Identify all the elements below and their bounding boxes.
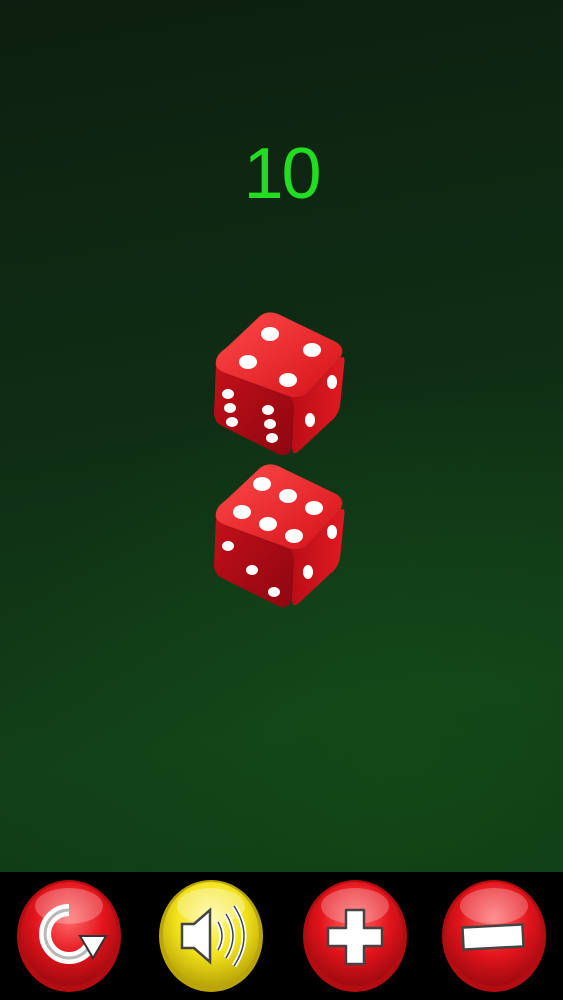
add-die-button[interactable] (302, 878, 408, 994)
die-2[interactable] (208, 460, 348, 610)
roll-button[interactable] (16, 878, 122, 994)
die-2-graphic (214, 464, 345, 607)
minus-icon (442, 880, 546, 992)
speaker-icon (159, 880, 263, 992)
die-1-graphic (214, 312, 345, 455)
plus-icon (303, 880, 407, 992)
sound-button[interactable] (158, 878, 264, 994)
refresh-icon (17, 880, 121, 992)
dice-table: 10 (0, 0, 563, 872)
remove-die-button[interactable] (441, 878, 547, 994)
dice-total: 10 (243, 134, 321, 214)
bottom-toolbar (0, 872, 563, 1000)
die-1[interactable] (208, 308, 348, 458)
